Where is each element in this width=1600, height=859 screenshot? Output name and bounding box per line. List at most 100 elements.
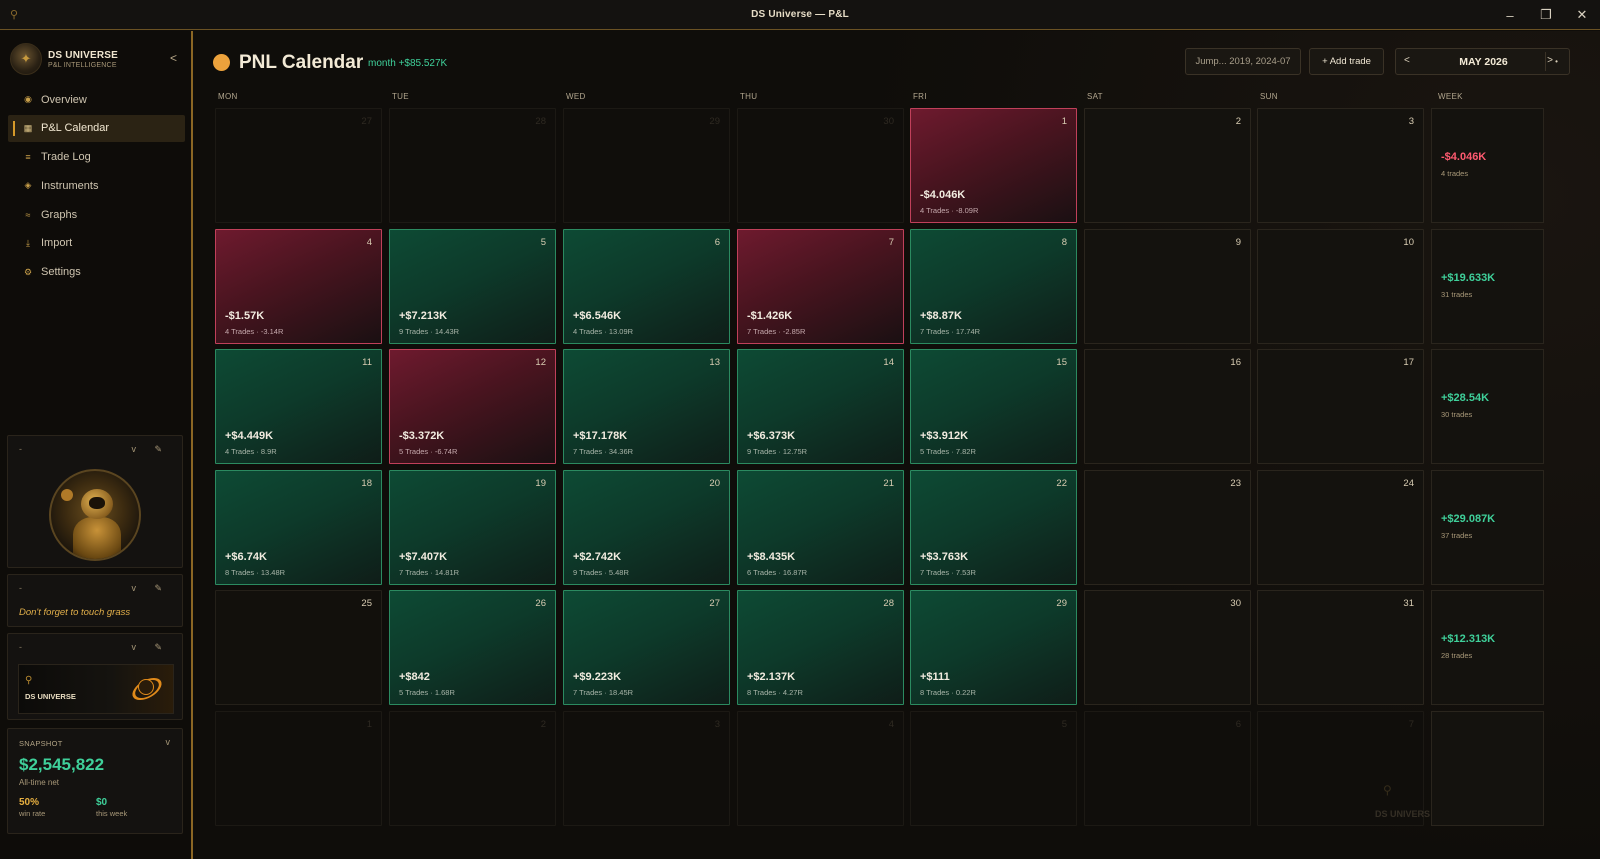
sidebar-item-overview[interactable]: ◉ Overview [8,86,185,113]
day-cell[interactable]: 20 +$2.742K 9 Trades · 5.48R [563,469,730,585]
day-cell[interactable]: 17 [1257,349,1424,464]
day-cell[interactable]: 5 +$7.213K 9 Trades · 14.43R [389,228,556,344]
add-trade-button[interactable]: + Add trade [1309,48,1384,75]
day-cell[interactable]: 29 [563,108,730,223]
sidebar-item-p-l-calendar[interactable]: ▦ P&L Calendar [8,114,185,142]
day-cell[interactable]: 6 +$6.546K 4 Trades · 13.09R [563,228,730,344]
day-number: 16 [1230,357,1241,368]
day-number: 30 [883,116,894,127]
day-cell[interactable]: 18 +$6.74K 8 Trades · 13.48R [215,469,382,585]
day-cell[interactable]: 8 +$8.87K 7 Trades · 17.74R [910,228,1077,344]
minimize-button[interactable]: – [1492,0,1528,30]
widget-controls[interactable]: v ✎ [131,444,170,455]
day-pnl: +$8.435K [747,550,796,563]
more-options-button[interactable]: • [1543,48,1570,75]
snapshot-widget: SNAPSHOT v $2,545,822 All-time net 50% w… [7,728,183,834]
day-cell[interactable]: 1 -$4.046K 4 Trades · -8.09R [910,108,1077,223]
day-number: 14 [883,357,894,368]
day-trades: 4 Trades · -3.14R [225,326,284,336]
day-number: 22 [1056,477,1067,489]
maximize-button[interactable]: ❐ [1528,0,1564,30]
day-cell[interactable]: 28 +$2.137K 8 Trades · 4.27R [737,590,904,705]
week-summary-cell: +$19.633K 31 trades [1431,228,1544,344]
day-cell[interactable]: 12 -$3.372K 5 Trades · -6.74R [389,349,556,464]
day-pnl: -$1.57K [225,309,265,322]
nav-icon: ≡ [25,152,31,163]
day-number: 28 [535,116,546,127]
day-cell[interactable]: 23 [1084,469,1251,585]
day-cell[interactable]: 24 [1257,469,1424,585]
prev-month-button[interactable]: < [1404,55,1410,66]
day-cell[interactable]: 11 +$4.449K 4 Trades · 8.9R [215,349,382,464]
sidebar-item-settings[interactable]: ⚙ Settings [8,259,185,286]
day-cell[interactable]: 10 [1257,228,1424,344]
day-trades: 4 Trades · 8.9R [225,447,277,456]
widget-controls[interactable]: v ✎ [131,642,170,653]
sidebar-item-label: Import [41,237,73,250]
win-rate-stat: 50% win rate [19,797,45,818]
sidebar-item-trade-log[interactable]: ≡ Trade Log [8,144,185,171]
day-cell[interactable]: 3 [1257,108,1424,223]
day-cell[interactable]: 16 [1084,349,1251,464]
day-trades: 7 Trades · 7.53R [920,567,976,577]
day-cell[interactable]: 30 [1084,590,1251,705]
sidebar-item-instruments[interactable]: ◈ Instruments [8,172,185,199]
snapshot-toggle-button[interactable]: v [166,737,171,747]
day-number: 23 [1230,477,1241,489]
day-cell[interactable]: 19 +$7.407K 7 Trades · 14.81R [389,469,556,585]
day-cell[interactable]: 29 +$111 8 Trades · 0.22R [910,590,1077,705]
sidebar-item-graphs[interactable]: ≈ Graphs [8,201,185,228]
day-cell[interactable]: 31 [1257,590,1424,705]
day-cell[interactable]: 2 [389,710,556,826]
day-cell[interactable]: 26 +$842 5 Trades · 1.68R [389,590,556,705]
close-button[interactable]: ✕ [1564,0,1600,30]
day-cell[interactable]: 22 +$3.763K 7 Trades · 7.53R [910,469,1077,585]
day-cell[interactable]: 5 [910,710,1077,826]
day-pnl: +$2.742K [573,550,622,563]
day-trades: 9 Trades · 5.48R [573,567,629,577]
day-cell[interactable]: 25 [215,590,382,705]
sidebar-nav: ◉ Overview ▦ P&L Calendar ≡ Trade Log ◈ Instrum… [8,86,185,288]
day-number: 18 [361,477,372,489]
day-cell[interactable]: 9 [1084,228,1251,344]
week-trades: 30 trades [1441,410,1473,419]
day-trades: 9 Trades · 14.43R [399,326,460,336]
day-cell[interactable]: 1 [215,710,382,826]
title-bar: ⚲ DS Universe — P&L – ❐ ✕ [0,0,1600,30]
day-cell[interactable]: 6 [1084,710,1251,826]
day-cell[interactable]: 28 [389,108,556,223]
sidebar-item-import[interactable]: ⤓ Import [8,230,185,257]
day-cell[interactable]: 30 [737,108,904,223]
day-cell[interactable]: 2 [1084,108,1251,223]
day-number: 5 [540,236,546,248]
day-cell[interactable]: 15 +$3.912K 5 Trades · 7.82R [910,349,1077,464]
nav-icon: ⚙ [23,266,33,277]
widget-title: - [19,444,22,454]
day-number: 30 [1230,598,1241,609]
week-summary-cell: +$29.087K 37 trades [1431,469,1544,585]
sidebar-item-label: Trade Log [41,151,91,164]
day-cell[interactable]: 21 +$8.435K 6 Trades · 16.87R [737,469,904,585]
week-pnl: +$29.087K [1441,512,1496,525]
day-number: 4 [366,236,372,248]
day-cell[interactable]: 14 +$6.373K 9 Trades · 12.75R [737,349,904,464]
day-trades: 8 Trades · 13.48R [225,567,286,577]
widget-controls[interactable]: v ✎ [131,583,170,594]
day-cell[interactable]: 27 [215,108,382,223]
day-pnl: +$6.74K [225,550,267,563]
day-trades: 5 Trades · -6.74R [399,447,458,456]
all-time-net-label: All-time net [19,778,60,787]
day-cell[interactable]: 4 [737,710,904,826]
day-cell[interactable]: 13 +$17.178K 7 Trades · 34.36R [563,349,730,464]
day-number: 20 [709,477,720,489]
nav-icon: ≈ [25,209,31,220]
jump-to-date-input[interactable]: Jump... 2019, 2024-07 [1185,48,1301,75]
week-trades: 4 trades [1441,169,1469,178]
week-pnl: +$28.54K [1441,392,1490,404]
day-cell[interactable]: 4 -$1.57K 4 Trades · -3.14R [215,228,382,344]
collapse-sidebar-button[interactable]: < [170,51,177,65]
day-cell[interactable]: 27 +$9.223K 7 Trades · 18.45R [563,590,730,705]
day-cell[interactable]: 3 [563,710,730,826]
page-title: PNL Calendar [239,52,364,73]
day-cell[interactable]: 7 -$1.426K 7 Trades · -2.85R [737,228,904,344]
